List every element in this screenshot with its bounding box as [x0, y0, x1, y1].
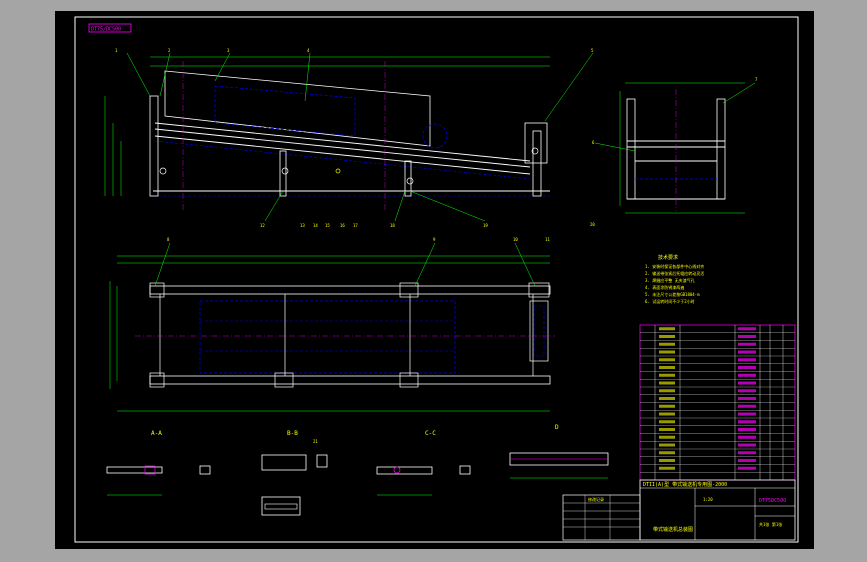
title-block-drawing-name: 带式输送机总装图	[653, 526, 693, 533]
table-cell-mark	[738, 358, 756, 362]
table-cell-mark	[659, 466, 675, 470]
title-block-sheet: 共1张 第1张	[759, 521, 782, 527]
balloon-7: 7	[755, 77, 758, 82]
title-block-drawing-no: DT75DC500	[759, 498, 786, 504]
table-cell-mark	[738, 381, 756, 385]
section-label-c: C-C	[425, 430, 436, 437]
table-cell-mark	[738, 404, 756, 408]
side-view	[594, 82, 756, 214]
balloon-12: 12	[260, 223, 265, 228]
table-cell-mark	[659, 373, 675, 377]
section-label-a: A-A	[151, 430, 162, 437]
note-3: 3. 焊缝应平整 无夹渣气孔	[645, 277, 695, 283]
table-cell-mark	[738, 451, 756, 455]
table-cell-mark	[738, 466, 756, 470]
table-cell-mark	[738, 335, 756, 338]
table-cell-mark	[738, 459, 756, 462]
note-2: 2. 输送带张紧后托辊应转动灵活	[645, 270, 704, 276]
table-cell-mark	[659, 342, 675, 346]
balloon-20: 20	[590, 222, 595, 227]
notes-title: 技术要求	[658, 254, 678, 261]
balloon-15: 15	[325, 223, 330, 228]
part-balloons: 1 2 3 4 5 6 7 8 9 10 11 12 13 14 15 16 1…	[115, 48, 758, 444]
balloon-3: 3	[227, 48, 230, 53]
note-6: 6. 试运转时间不少于2小时	[645, 298, 695, 304]
balloon-17: 17	[353, 223, 358, 228]
balloon-1: 1	[115, 48, 118, 53]
table-cell-mark	[738, 420, 756, 424]
table-cell-mark	[659, 389, 675, 393]
table-cell-mark	[659, 435, 675, 439]
table-cell-mark	[738, 397, 756, 400]
table-cell-mark	[738, 443, 756, 447]
technical-notes: 技术要求 1. 安装时保证各部件中心线对齐 2. 输送带张紧后托辊应转动灵活 3…	[645, 254, 704, 304]
balloon-4: 4	[307, 48, 310, 53]
section-label-d: D	[555, 424, 559, 431]
table-cell-mark	[659, 381, 675, 385]
table-cell-mark	[659, 420, 675, 424]
table-cell-mark	[738, 366, 756, 369]
balloon-6: 6	[592, 140, 595, 145]
note-5: 5. 未注尺寸公差按GB1804-m	[645, 291, 700, 297]
table-cell-mark	[659, 350, 675, 354]
balloon-8: 8	[167, 237, 170, 242]
drawing-sheet: DT75/DC500 A-A B-B C-C D 1 2 3 4 5 6 7 8…	[55, 11, 814, 549]
table-cell-mark	[659, 451, 675, 455]
table-cell-mark	[738, 412, 756, 416]
front-elevation-view	[104, 52, 594, 222]
table-cell-mark	[659, 397, 675, 400]
table-cell-mark	[659, 428, 675, 431]
plan-view	[109, 242, 555, 412]
balloon-18: 18	[390, 223, 395, 228]
title-block: DTII(A)型 带式输送机专用图-2000 带式输送机总装图 DT75DC50…	[639, 479, 796, 541]
table-cell-mark	[659, 358, 675, 362]
balloon-16: 16	[340, 223, 345, 228]
note-1: 1. 安装时保证各部件中心线对齐	[645, 263, 704, 269]
table-cell-mark	[659, 327, 675, 331]
balloon-19: 19	[483, 223, 488, 228]
balloon-10: 10	[513, 237, 518, 242]
table-cell-mark	[659, 404, 675, 408]
table-cell-mark	[659, 335, 675, 338]
section-details	[106, 452, 609, 516]
revision-title: 修改记录	[588, 496, 604, 502]
table-cell-mark	[738, 342, 756, 346]
table-cell-mark	[738, 435, 756, 439]
balloon-9: 9	[433, 237, 436, 242]
note-4: 4. 表面涂防锈漆两遍	[645, 284, 684, 290]
cad-drawing: DT75/DC500 A-A B-B C-C D 1 2 3 4 5 6 7 8…	[74, 16, 799, 543]
balloon-13: 13	[300, 223, 305, 228]
balloon-2: 2	[168, 48, 171, 53]
revision-table: 修改记录	[562, 494, 641, 541]
table-cell-mark	[738, 428, 756, 431]
table-cell-mark	[738, 389, 756, 393]
table-cell-mark	[659, 412, 675, 416]
title-block-title: DTII(A)型 带式输送机专用图-2000	[643, 481, 727, 488]
section-label-b: B-B	[287, 430, 298, 437]
table-cell-mark	[738, 327, 756, 331]
table-cell-mark	[659, 366, 675, 369]
balloon-11: 11	[545, 237, 550, 242]
table-cell-mark	[659, 459, 675, 462]
title-block-scale: 1:20	[703, 497, 713, 502]
parts-list-table	[639, 324, 796, 481]
stamp-text: DT75/DC500	[91, 27, 121, 33]
table-cell-mark	[738, 373, 756, 377]
balloon-5: 5	[591, 48, 594, 53]
table-cell-mark	[738, 350, 756, 354]
balloon-14: 14	[313, 223, 318, 228]
balloon-21: 21	[313, 439, 318, 444]
table-cell-mark	[659, 443, 675, 447]
